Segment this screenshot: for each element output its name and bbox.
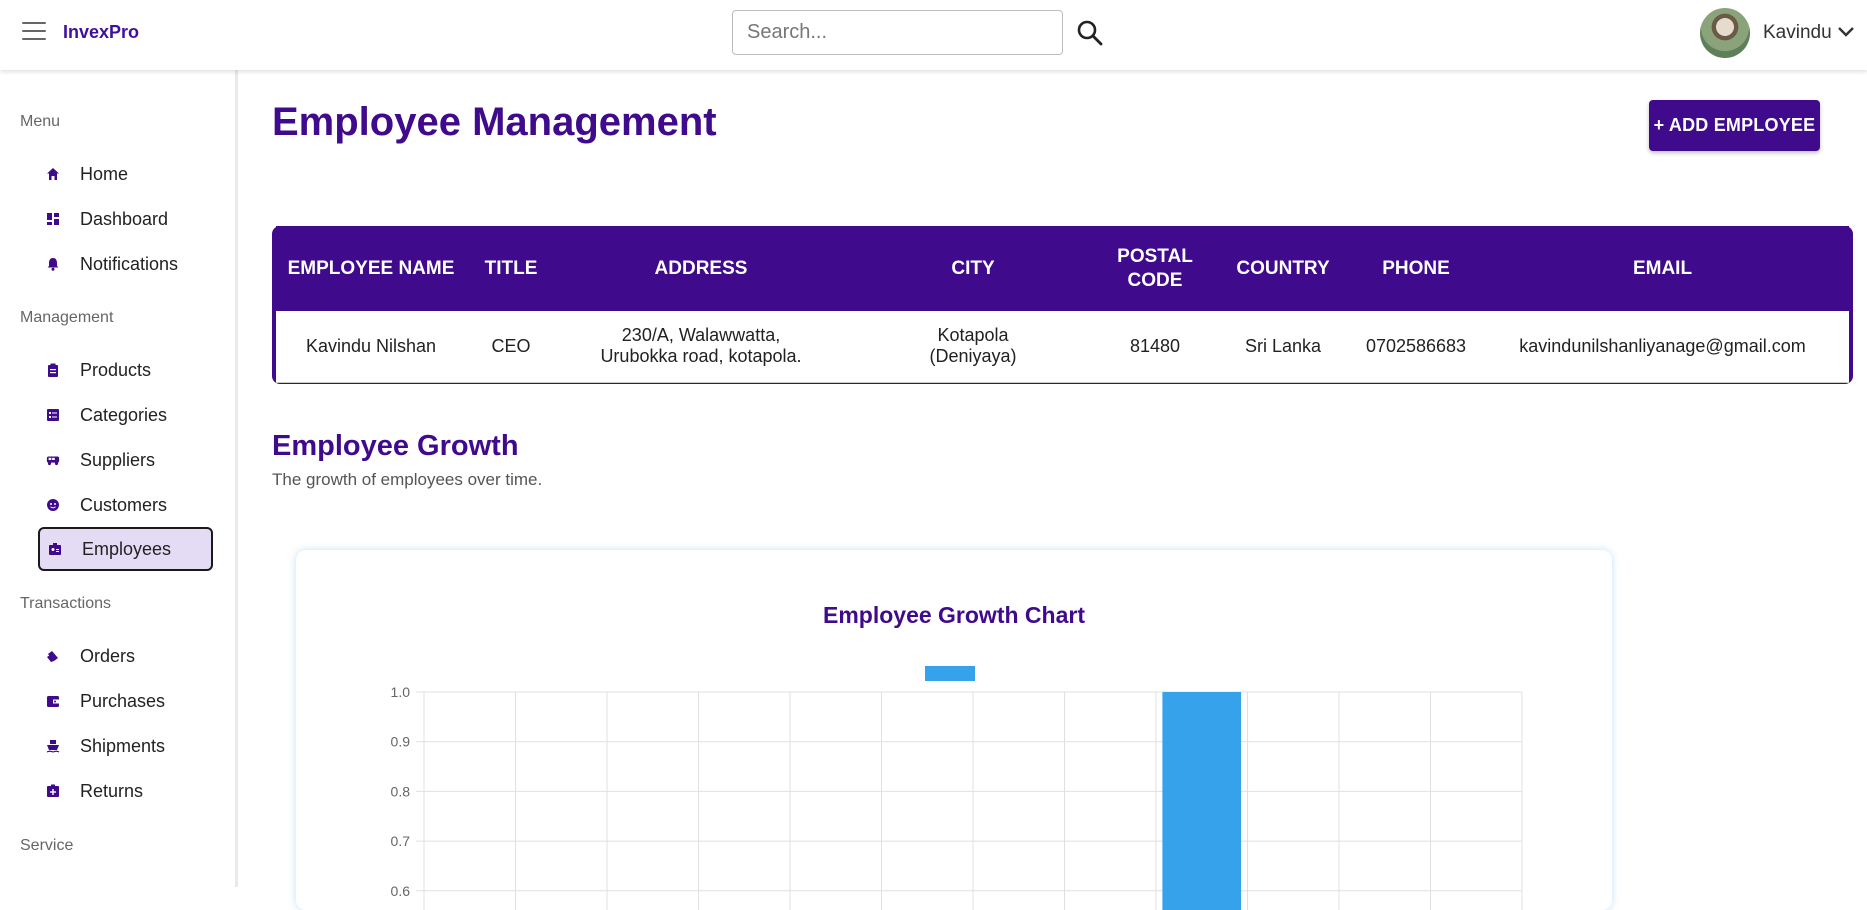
sidebar-item-label: Home bbox=[80, 163, 129, 184]
column-header[interactable]: CITY bbox=[846, 226, 1100, 311]
column-header[interactable]: POSTAL CODE bbox=[1100, 226, 1210, 311]
badge-icon bbox=[48, 542, 62, 556]
table-cell: 230/A, Walawwatta, Urubokka road, kotapo… bbox=[556, 311, 846, 383]
sidebar-item-label: Dashboard bbox=[80, 208, 169, 229]
sidebar-item-label: Customers bbox=[80, 494, 168, 515]
sidebar-item-label: Suppliers bbox=[80, 449, 156, 470]
y-tick-label: 0.8 bbox=[391, 783, 411, 799]
avatar[interactable] bbox=[1700, 8, 1750, 58]
sidebar-item-notifications[interactable]: Notifications bbox=[38, 243, 213, 285]
sidebar-item-employees[interactable]: Employees bbox=[38, 527, 213, 571]
shopping-icon bbox=[46, 649, 60, 663]
top-bar: InvexPro Kavindu bbox=[0, 0, 1867, 70]
sidebar-item-home[interactable]: Home bbox=[38, 153, 213, 195]
dashboard-icon bbox=[46, 212, 60, 226]
sidebar-item-returns[interactable]: Returns bbox=[38, 770, 213, 812]
sidebar: Menu Home Dashboard Notifications Manage… bbox=[0, 70, 238, 887]
sidebar-item-label: Employees bbox=[82, 538, 172, 559]
brand-logo[interactable]: InvexPro bbox=[63, 22, 139, 43]
truck-icon bbox=[46, 453, 60, 467]
y-tick-label: 0.7 bbox=[391, 833, 411, 849]
table-cell: Kavindu Nilshan bbox=[276, 311, 466, 383]
column-header[interactable]: COUNTRY bbox=[1210, 226, 1356, 311]
ship-icon bbox=[46, 739, 60, 753]
wallet-icon bbox=[46, 694, 60, 708]
section-subtitle: The growth of employees over time. bbox=[272, 470, 543, 489]
table-row[interactable]: Kavindu Nilshan CEO 230/A, Walawwatta, U… bbox=[276, 311, 1849, 383]
employee-table: EMPLOYEE NAME TITLE ADDRESS CITY POSTAL … bbox=[276, 226, 1849, 383]
list-icon bbox=[46, 408, 60, 422]
sidebar-item-shipments[interactable]: Shipments bbox=[38, 725, 213, 767]
user-name[interactable]: Kavindu bbox=[1763, 22, 1832, 44]
y-tick-label: 1.0 bbox=[391, 684, 411, 700]
table-cell: Sri Lanka bbox=[1210, 311, 1356, 383]
y-tick-label: 0.9 bbox=[391, 734, 411, 750]
menu-icon[interactable] bbox=[22, 22, 46, 42]
table-header-row: EMPLOYEE NAME TITLE ADDRESS CITY POSTAL … bbox=[276, 226, 1849, 311]
sidebar-item-orders[interactable]: Orders bbox=[38, 635, 213, 677]
sidebar-item-purchases[interactable]: Purchases bbox=[38, 680, 213, 722]
table-cell: CEO bbox=[466, 311, 556, 383]
employee-table-container: EMPLOYEE NAME TITLE ADDRESS CITY POSTAL … bbox=[272, 226, 1853, 384]
sidebar-item-dashboard[interactable]: Dashboard bbox=[38, 198, 213, 240]
sidebar-item-label: Categories bbox=[80, 404, 168, 425]
chart-bar bbox=[1162, 692, 1242, 910]
return-icon bbox=[46, 784, 60, 798]
sidebar-section-transactions: Transactions bbox=[20, 595, 111, 612]
search-icon[interactable] bbox=[1075, 18, 1105, 48]
chart-card: Employee Growth Chart 1.0 0.9 0.8 0.7 0.6 bbox=[296, 550, 1612, 910]
sidebar-item-label: Products bbox=[80, 359, 152, 380]
section-title: Employee Growth bbox=[272, 430, 519, 462]
table-cell: Kotapola (Deniyaya) bbox=[846, 311, 1100, 383]
face-icon bbox=[46, 498, 60, 512]
sidebar-item-suppliers[interactable]: Suppliers bbox=[38, 439, 213, 481]
column-header[interactable]: EMAIL bbox=[1476, 226, 1849, 311]
chevron-down-icon[interactable] bbox=[1836, 24, 1856, 40]
y-tick-label: 0.6 bbox=[391, 883, 411, 899]
legend-swatch bbox=[925, 666, 975, 681]
sidebar-section-management: Management bbox=[20, 309, 114, 326]
page-title: Employee Management bbox=[272, 100, 717, 144]
home-icon bbox=[46, 167, 60, 181]
sidebar-section-menu: Menu bbox=[20, 113, 61, 130]
sidebar-item-label: Shipments bbox=[80, 735, 166, 756]
add-employee-button[interactable]: + ADD EMPLOYEE bbox=[1649, 100, 1820, 151]
bell-icon bbox=[46, 257, 60, 271]
column-header[interactable]: EMPLOYEE NAME bbox=[276, 226, 466, 311]
clipboard-icon bbox=[46, 363, 60, 377]
sidebar-item-label: Orders bbox=[80, 645, 136, 666]
sidebar-item-products[interactable]: Products bbox=[38, 349, 213, 391]
sidebar-item-label: Notifications bbox=[80, 253, 179, 274]
column-header[interactable]: PHONE bbox=[1356, 226, 1476, 311]
table-cell: 81480 bbox=[1100, 311, 1210, 383]
sidebar-section-service: Service bbox=[20, 837, 74, 854]
column-header[interactable]: TITLE bbox=[466, 226, 556, 311]
sidebar-item-customers[interactable]: Customers bbox=[38, 484, 213, 526]
sidebar-item-categories[interactable]: Categories bbox=[38, 394, 213, 436]
search-input[interactable] bbox=[732, 10, 1063, 55]
column-header[interactable]: ADDRESS bbox=[556, 226, 846, 311]
sidebar-item-label: Purchases bbox=[80, 690, 166, 711]
employee-growth-chart: Employee Growth Chart 1.0 0.9 0.8 0.7 0.6 bbox=[391, 602, 1523, 910]
table-cell: 0702586683 bbox=[1356, 311, 1476, 383]
chart-title: Employee Growth Chart bbox=[823, 602, 1085, 628]
table-cell: kavindunilshanliyanage@gmail.com bbox=[1476, 311, 1849, 383]
sidebar-item-label: Returns bbox=[80, 780, 144, 801]
